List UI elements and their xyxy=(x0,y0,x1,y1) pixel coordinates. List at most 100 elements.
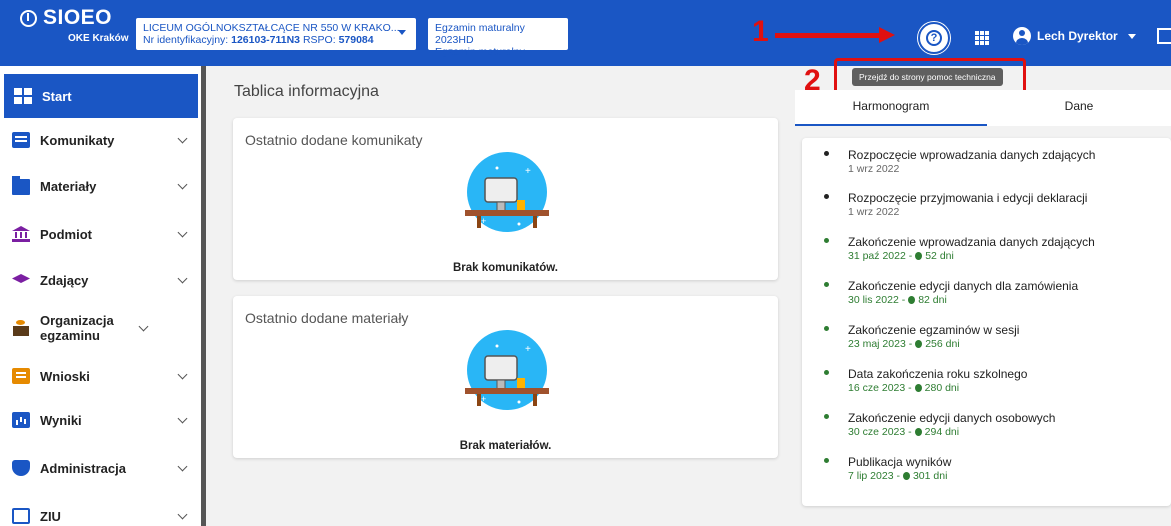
event-title: Data zakończenia roku szkolnego xyxy=(848,367,1028,381)
empty-state-text: Brak materiałów. xyxy=(459,440,552,452)
school-selector[interactable]: LICEUM OGÓLNOKSZTAŁCĄCE NR 550 W KRAKO..… xyxy=(136,18,416,50)
timer-icon xyxy=(914,384,922,392)
chevron-down-icon xyxy=(177,369,188,380)
empty-desk-illustration: + + xyxy=(465,152,549,232)
sidebar-item-label: Wnioski xyxy=(40,368,90,384)
exam-selector[interactable]: Egzamin maturalny 2023HD Egzamin matural… xyxy=(428,18,568,58)
sidebar-item-podmiot[interactable]: Podmiot xyxy=(0,212,198,256)
tab-dane[interactable]: Dane xyxy=(987,90,1171,126)
account-icon xyxy=(1013,27,1031,45)
event-days-left: 52 dni xyxy=(925,250,954,262)
event-days-left: 294 dni xyxy=(924,426,960,438)
sidebar-item-administracja[interactable]: Administracja xyxy=(0,446,198,490)
event-days-left: 301 dni xyxy=(912,470,948,482)
sidebar-item-label: Start xyxy=(42,88,72,104)
timer-icon xyxy=(914,428,922,436)
event-days-left: 256 dni xyxy=(925,338,960,350)
top-bar: SIOEO OKE Kraków LICEUM OGÓLNOKSZTAŁCĄCE… xyxy=(0,0,1171,66)
event-date: 16 cze 2023 - xyxy=(848,382,912,394)
event-title: Zakończenie egzaminów w sesji xyxy=(848,323,1020,337)
graduation-cap-icon xyxy=(12,272,30,288)
card-title: Ostatnio dodane komunikaty xyxy=(245,132,423,148)
help-button[interactable]: ? xyxy=(918,22,950,54)
sidebar-item-label: Podmiot xyxy=(40,226,92,242)
svg-text:+: + xyxy=(525,344,531,355)
event-date: 1 wrz 2022 xyxy=(848,163,900,175)
folder-icon xyxy=(12,176,30,195)
rspo-value: 579084 xyxy=(338,34,374,46)
tab-harmonogram[interactable]: Harmonogram xyxy=(795,90,987,126)
materials-card: Ostatnio dodane materiały + + Brak mater… xyxy=(233,296,778,458)
event-days-left: 82 dni xyxy=(918,294,947,306)
logout-icon[interactable] xyxy=(1157,28,1171,44)
sidebar-item-start[interactable]: Start xyxy=(4,74,198,118)
sidebar-item-komunikaty[interactable]: Komunikaty xyxy=(0,118,198,162)
card-title: Ostatnio dodane materiały xyxy=(245,310,409,326)
chart-icon xyxy=(12,412,30,428)
user-name: Lech Dyrektor xyxy=(1037,29,1118,43)
timer-icon xyxy=(908,296,916,304)
school-id: 126103-711N3 xyxy=(231,34,301,46)
grid-icon xyxy=(14,88,32,104)
event-date: 23 maj 2023 - xyxy=(848,338,913,350)
timer-icon xyxy=(915,340,923,348)
sidebar-item-label: Komunikaty xyxy=(40,132,115,148)
ziu-icon xyxy=(12,508,30,524)
organization-icon xyxy=(12,320,30,336)
annotation-number-1: 1 xyxy=(752,15,769,48)
sidebar-scrollbar[interactable] xyxy=(201,66,206,526)
sidebar-item-zdajacy[interactable]: Zdający xyxy=(0,258,198,302)
institution-icon xyxy=(12,226,30,242)
sidebar-item-wnioski[interactable]: Wnioski xyxy=(0,354,198,398)
logo-subtitle: OKE Kraków xyxy=(68,33,129,44)
sidebar-item-ziu[interactable]: ZIU xyxy=(0,494,198,526)
school-id-label: Nr identyfikacyjny: xyxy=(143,34,229,46)
page-title: Tablica informacyjna xyxy=(234,83,379,100)
svg-text:+: + xyxy=(525,166,531,177)
event-title: Zakończenie edycji danych osobowych xyxy=(848,411,1056,425)
exam-type: Egzamin maturalny xyxy=(435,46,525,58)
event-days-left: 280 dni xyxy=(924,382,960,394)
event-title: Rozpoczęcie wprowadzania danych zdającyc… xyxy=(848,148,1096,162)
shield-icon xyxy=(12,460,30,476)
apps-grid-icon[interactable] xyxy=(975,31,989,45)
chevron-down-icon xyxy=(398,30,406,35)
sidebar-item-wyniki[interactable]: Wyniki xyxy=(0,398,198,442)
event-title: Zakończenie wprowadzania danych zdającyc… xyxy=(848,235,1095,249)
event-date: 30 cze 2023 - xyxy=(848,426,912,438)
help-tooltip: Przejdź do strony pomoc techniczna xyxy=(852,68,1003,86)
event-title: Publikacja wyników xyxy=(848,455,952,469)
timer-icon xyxy=(902,472,910,480)
user-menu[interactable]: Lech Dyrektor xyxy=(1013,26,1136,46)
svg-text:+: + xyxy=(481,394,486,404)
sidebar-item-label: Organizacja egzaminu xyxy=(40,313,114,343)
event-date: 7 lip 2023 - xyxy=(848,470,900,482)
chevron-down-icon xyxy=(1127,33,1136,39)
app-logo[interactable]: SIOEO OKE Kraków xyxy=(14,6,129,56)
chevron-down-icon xyxy=(177,227,188,238)
sidebar-item-label: Administracja xyxy=(40,460,126,476)
chevron-down-icon xyxy=(138,321,149,332)
chevron-down-icon xyxy=(177,273,188,284)
chevron-down-icon xyxy=(177,179,188,190)
sidebar-item-label: Zdający xyxy=(40,272,89,288)
help-icon: ? xyxy=(926,30,942,46)
school-name: LICEUM OGÓLNOKSZTAŁCĄCE NR 550 W KRAKO..… xyxy=(143,22,400,34)
event-date: 1 wrz 2022 xyxy=(848,206,900,218)
logo-title: SIOEO xyxy=(43,6,113,29)
empty-desk-illustration: + + xyxy=(465,330,549,410)
sidebar-item-organizacja-egzaminu[interactable]: Organizacja egzaminu xyxy=(0,306,198,350)
sidebar-item-label: ZIU xyxy=(40,508,61,524)
message-icon xyxy=(12,132,30,148)
chevron-down-icon xyxy=(177,413,188,424)
right-panel-tabs: Harmonogram Dane xyxy=(795,90,1171,126)
annotation-arrow xyxy=(775,27,895,43)
empty-state-text: Brak komunikatów. xyxy=(452,262,559,274)
svg-text:+: + xyxy=(481,216,486,226)
document-icon xyxy=(12,368,30,384)
rspo-label: RSPO: xyxy=(302,34,336,46)
messages-card: Ostatnio dodane komunikaty + + Brak komu… xyxy=(233,118,778,280)
chevron-down-icon xyxy=(177,509,188,520)
sidebar-item-materialy[interactable]: Materiały xyxy=(0,164,198,208)
chevron-down-icon xyxy=(177,133,188,144)
